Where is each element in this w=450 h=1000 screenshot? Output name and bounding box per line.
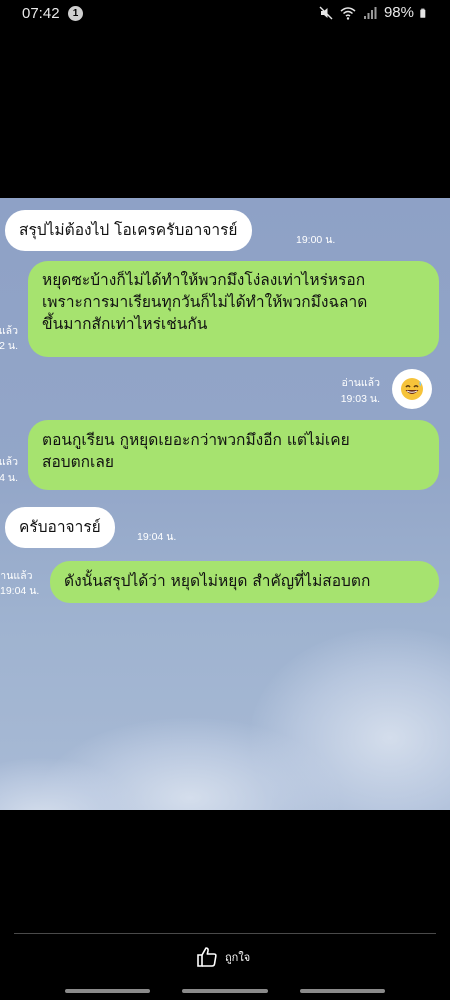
message-line: ตอนกูเรียน กูหยุดเยอะกว่าพวกมึงอีก แต่ไม… <box>42 431 350 449</box>
thumbs-up-icon <box>197 947 217 967</box>
nav-bar-right <box>300 989 385 993</box>
message-timestamp: 19:00 น. <box>296 234 336 246</box>
nav-bar-center[interactable] <box>182 989 268 993</box>
battery-percent: 98% <box>383 4 414 21</box>
message-timestamp: 19:04 น. <box>0 585 40 597</box>
grinning-sweat-emoji-icon <box>401 378 423 400</box>
status-bar: 07:42 1 98% <box>0 0 450 28</box>
emoji-sticker[interactable] <box>392 369 432 409</box>
message-text: ครับอาจารย์ <box>19 518 101 536</box>
message-line: สอบตกเลย <box>42 453 114 471</box>
message-line: ขึ้นมากสักเท่าไหร่เช่นกัน <box>42 315 208 333</box>
chat-screenshot: สรุปไม่ต้องไป โอเครครับอาจารย์ 19:00 น. … <box>0 198 450 810</box>
message-text: สรุปไม่ต้องไป โอเครครับอาจารย์ <box>19 221 238 239</box>
nav-bar-left <box>65 989 150 993</box>
incoming-message-bubble[interactable]: ครับอาจารย์ <box>5 507 115 548</box>
signal-icon <box>363 6 377 19</box>
read-receipt: แล้ว <box>0 325 18 337</box>
read-receipt: อ่านแล้ว <box>0 570 33 582</box>
message-text: ดังนั้นสรุปได้ว่า หยุดไม่หยุด สำคัญที่ไม… <box>64 572 371 590</box>
outgoing-message-bubble[interactable]: ดังนั้นสรุปได้ว่า หยุดไม่หยุด สำคัญที่ไม… <box>50 561 439 603</box>
message-line: หยุดซะบ้างก็ไม่ได้ทำให้พวกมึงโง่ลงเท่าไห… <box>42 271 366 289</box>
divider <box>14 933 436 934</box>
like-button[interactable]: ถูกใจ <box>195 945 250 969</box>
like-label: ถูกใจ <box>225 951 251 964</box>
message-timestamp: 19:04 น. <box>137 531 177 543</box>
read-receipt: อ่านแล้ว <box>341 377 380 389</box>
mute-icon <box>319 6 333 19</box>
message-timestamp: 19:03 น. <box>340 393 380 405</box>
outgoing-message-bubble[interactable]: หยุดซะบ้างก็ไม่ได้ทำให้พวกมึงโง่ลงเท่าไห… <box>28 261 439 357</box>
read-receipt: แล้ว <box>0 456 18 468</box>
message-line: เพราะการมาเรียนทุกวันก็ไม่ได้ทำให้พวกมึง… <box>42 293 368 311</box>
status-icons: 98% <box>318 4 430 21</box>
status-time: 07:42 <box>22 5 60 22</box>
message-timestamp: 2 น. <box>0 340 18 352</box>
notification-badge: 1 <box>68 6 83 21</box>
wifi-icon <box>340 6 356 20</box>
outgoing-message-bubble[interactable]: ตอนกูเรียน กูหยุดเยอะกว่าพวกมึงอีก แต่ไม… <box>28 420 439 490</box>
battery-icon <box>420 8 426 18</box>
incoming-message-bubble[interactable]: สรุปไม่ต้องไป โอเครครับอาจารย์ <box>5 210 252 251</box>
message-timestamp: 4 น. <box>0 472 18 484</box>
